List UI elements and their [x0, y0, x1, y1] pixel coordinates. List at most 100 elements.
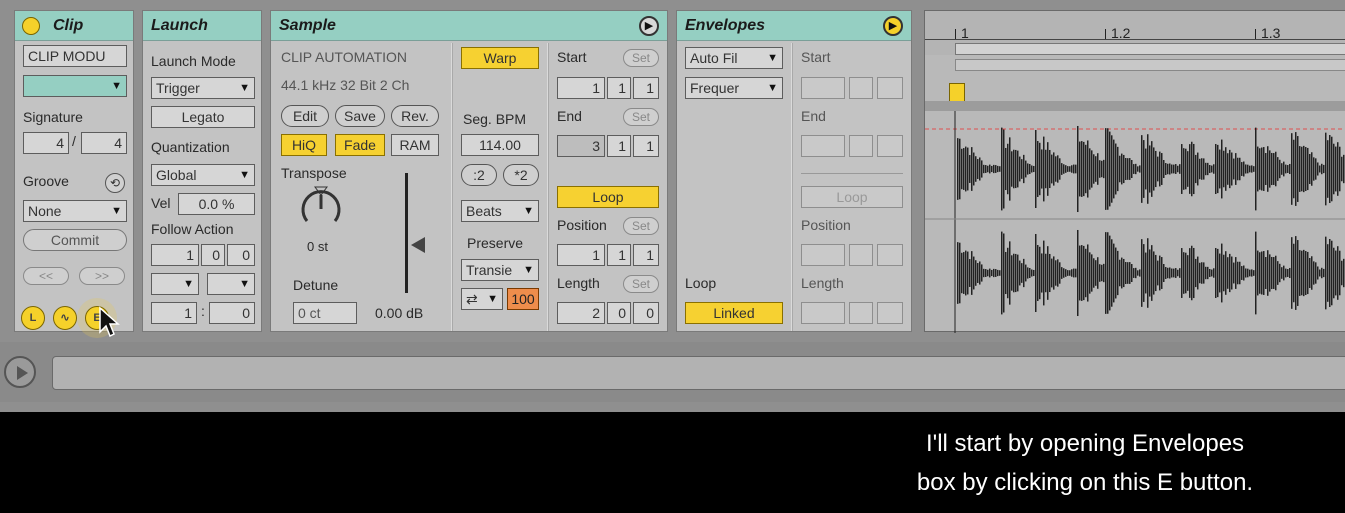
waveform-sample	[1031, 269, 1033, 277]
envelope-end-bars[interactable]	[801, 135, 845, 157]
waveform-sample	[1147, 238, 1149, 308]
position-sixteenths[interactable]: 1	[633, 244, 659, 266]
reverse-button[interactable]: Rev.	[391, 105, 439, 127]
gain-slider-track[interactable]	[405, 173, 408, 293]
loop-mode-dropdown[interactable]: ⇄	[461, 288, 503, 310]
waveform-sample	[1013, 253, 1015, 293]
length-beats[interactable]: 0	[607, 302, 631, 324]
loop-button[interactable]: Loop	[557, 186, 659, 208]
start-set-button[interactable]: Set	[623, 49, 659, 67]
start-bars[interactable]: 1	[557, 77, 605, 99]
waveform-sample	[1311, 256, 1313, 290]
waveform	[925, 111, 1345, 333]
clip-activator-button[interactable]	[22, 17, 40, 35]
gain-slider-handle[interactable]	[411, 237, 425, 253]
follow-chance-a[interactable]: 1	[151, 302, 197, 324]
save-button[interactable]: Save	[335, 105, 385, 127]
envelope-position-sixteenths[interactable]	[877, 244, 903, 266]
signature-denominator[interactable]: 4	[81, 132, 127, 154]
waveform-sample	[1081, 141, 1083, 197]
waveform-sample	[1063, 164, 1065, 174]
waveform-sample	[1097, 153, 1099, 185]
end-set-button[interactable]: Set	[623, 108, 659, 126]
follow-action-b-dropdown[interactable]	[207, 273, 255, 295]
nudge-forward-button[interactable]: >>	[79, 267, 125, 285]
waveform-sample	[1075, 164, 1077, 174]
loop-brace-bar[interactable]	[955, 43, 1345, 55]
start-marker-bar[interactable]	[955, 59, 1345, 71]
ram-button[interactable]: RAM	[391, 134, 439, 156]
edit-button[interactable]: Edit	[281, 105, 329, 127]
envelope-end-beats[interactable]	[849, 135, 873, 157]
follow-chance-b[interactable]: 0	[209, 302, 255, 324]
envelope-length-sixteenths[interactable]	[877, 302, 903, 324]
waveform-sample	[1075, 268, 1077, 278]
signature-numerator[interactable]: 4	[23, 132, 69, 154]
envelope-start-bars[interactable]	[801, 77, 845, 99]
envelope-start-sixteenths[interactable]	[877, 77, 903, 99]
seg-bpm-field[interactable]: 114.00	[461, 134, 539, 156]
end-bars[interactable]: 3	[557, 135, 605, 157]
launch-panel: Launch Launch Mode Trigger Legato Quanti…	[142, 10, 262, 332]
waveform-sample	[1193, 247, 1195, 299]
waveform-sample	[1135, 163, 1137, 175]
envelope-length-beats[interactable]	[849, 302, 873, 324]
clip-color-dropdown[interactable]	[23, 75, 127, 97]
envelope-start-beats[interactable]	[849, 77, 873, 99]
waveform-sample	[1019, 156, 1021, 182]
clip-name-field[interactable]: CLIP MODU	[23, 45, 127, 67]
envelope-position-bars[interactable]	[801, 244, 845, 266]
double-tempo-button[interactable]: *2	[503, 164, 539, 186]
waveform-sample	[1305, 251, 1307, 295]
arrow-right-icon[interactable]: ▶	[883, 16, 903, 36]
follow-time-bars[interactable]: 1	[151, 244, 199, 266]
waveform-sample	[977, 263, 979, 283]
position-beats[interactable]: 1	[607, 244, 631, 266]
quantization-dropdown[interactable]: Global	[151, 164, 255, 186]
warp-button[interactable]: Warp	[461, 47, 539, 69]
end-beats[interactable]: 1	[607, 135, 631, 157]
waveform-sample	[1271, 152, 1273, 186]
legato-button[interactable]: Legato	[151, 106, 255, 128]
commit-button[interactable]: Commit	[23, 229, 127, 251]
length-set-button[interactable]: Set	[623, 275, 659, 293]
waveform-display[interactable]: 1 1.2 1.3	[924, 10, 1345, 333]
follow-time-beats[interactable]: 0	[201, 244, 225, 266]
launch-mode-dropdown[interactable]: Trigger	[151, 77, 255, 99]
velocity-field[interactable]: 0.0 %	[178, 193, 255, 215]
envelope-field[interactable]: 100	[507, 288, 539, 310]
nudge-back-button[interactable]: <<	[23, 267, 69, 285]
follow-time-sixteenths[interactable]: 0	[227, 244, 255, 266]
end-sixteenths[interactable]: 1	[633, 135, 659, 157]
envelope-length-bars[interactable]	[801, 302, 845, 324]
warp-mode-dropdown[interactable]: Beats	[461, 200, 539, 222]
sample-toggle-button[interactable]: ∿	[53, 306, 77, 330]
launch-toggle-button[interactable]: L	[21, 306, 45, 330]
envelope-position-beats[interactable]	[849, 244, 873, 266]
half-tempo-button[interactable]: :2	[461, 164, 497, 186]
waveform-sample	[1277, 157, 1279, 181]
start-sixteenths[interactable]: 1	[633, 77, 659, 99]
envelope-control-dropdown[interactable]: Frequer	[685, 77, 783, 99]
transpose-knob[interactable]	[297, 185, 345, 233]
detune-field[interactable]: 0 ct	[293, 302, 357, 324]
hotswap-icon[interactable]: ⟲	[105, 173, 125, 193]
fade-button[interactable]: Fade	[335, 134, 385, 156]
length-bars[interactable]: 2	[557, 302, 605, 324]
envelope-end-sixteenths[interactable]	[877, 135, 903, 157]
waveform-sample	[1277, 261, 1279, 285]
play-icon[interactable]	[4, 356, 36, 388]
waveform-sample	[1163, 159, 1165, 179]
position-bars[interactable]: 1	[557, 244, 605, 266]
linked-button[interactable]: Linked	[685, 302, 783, 324]
arrow-right-icon[interactable]: ▶	[639, 16, 659, 36]
follow-action-a-dropdown[interactable]	[151, 273, 199, 295]
envelope-loop-button[interactable]: Loop	[801, 186, 903, 208]
preserve-dropdown[interactable]: Transie	[461, 259, 539, 281]
start-beats[interactable]: 1	[607, 77, 631, 99]
envelope-device-dropdown[interactable]: Auto Fil	[685, 47, 783, 69]
position-set-button[interactable]: Set	[623, 217, 659, 235]
hiq-button[interactable]: HiQ	[281, 134, 327, 156]
length-sixteenths[interactable]: 0	[633, 302, 659, 324]
groove-dropdown[interactable]: None	[23, 200, 127, 222]
